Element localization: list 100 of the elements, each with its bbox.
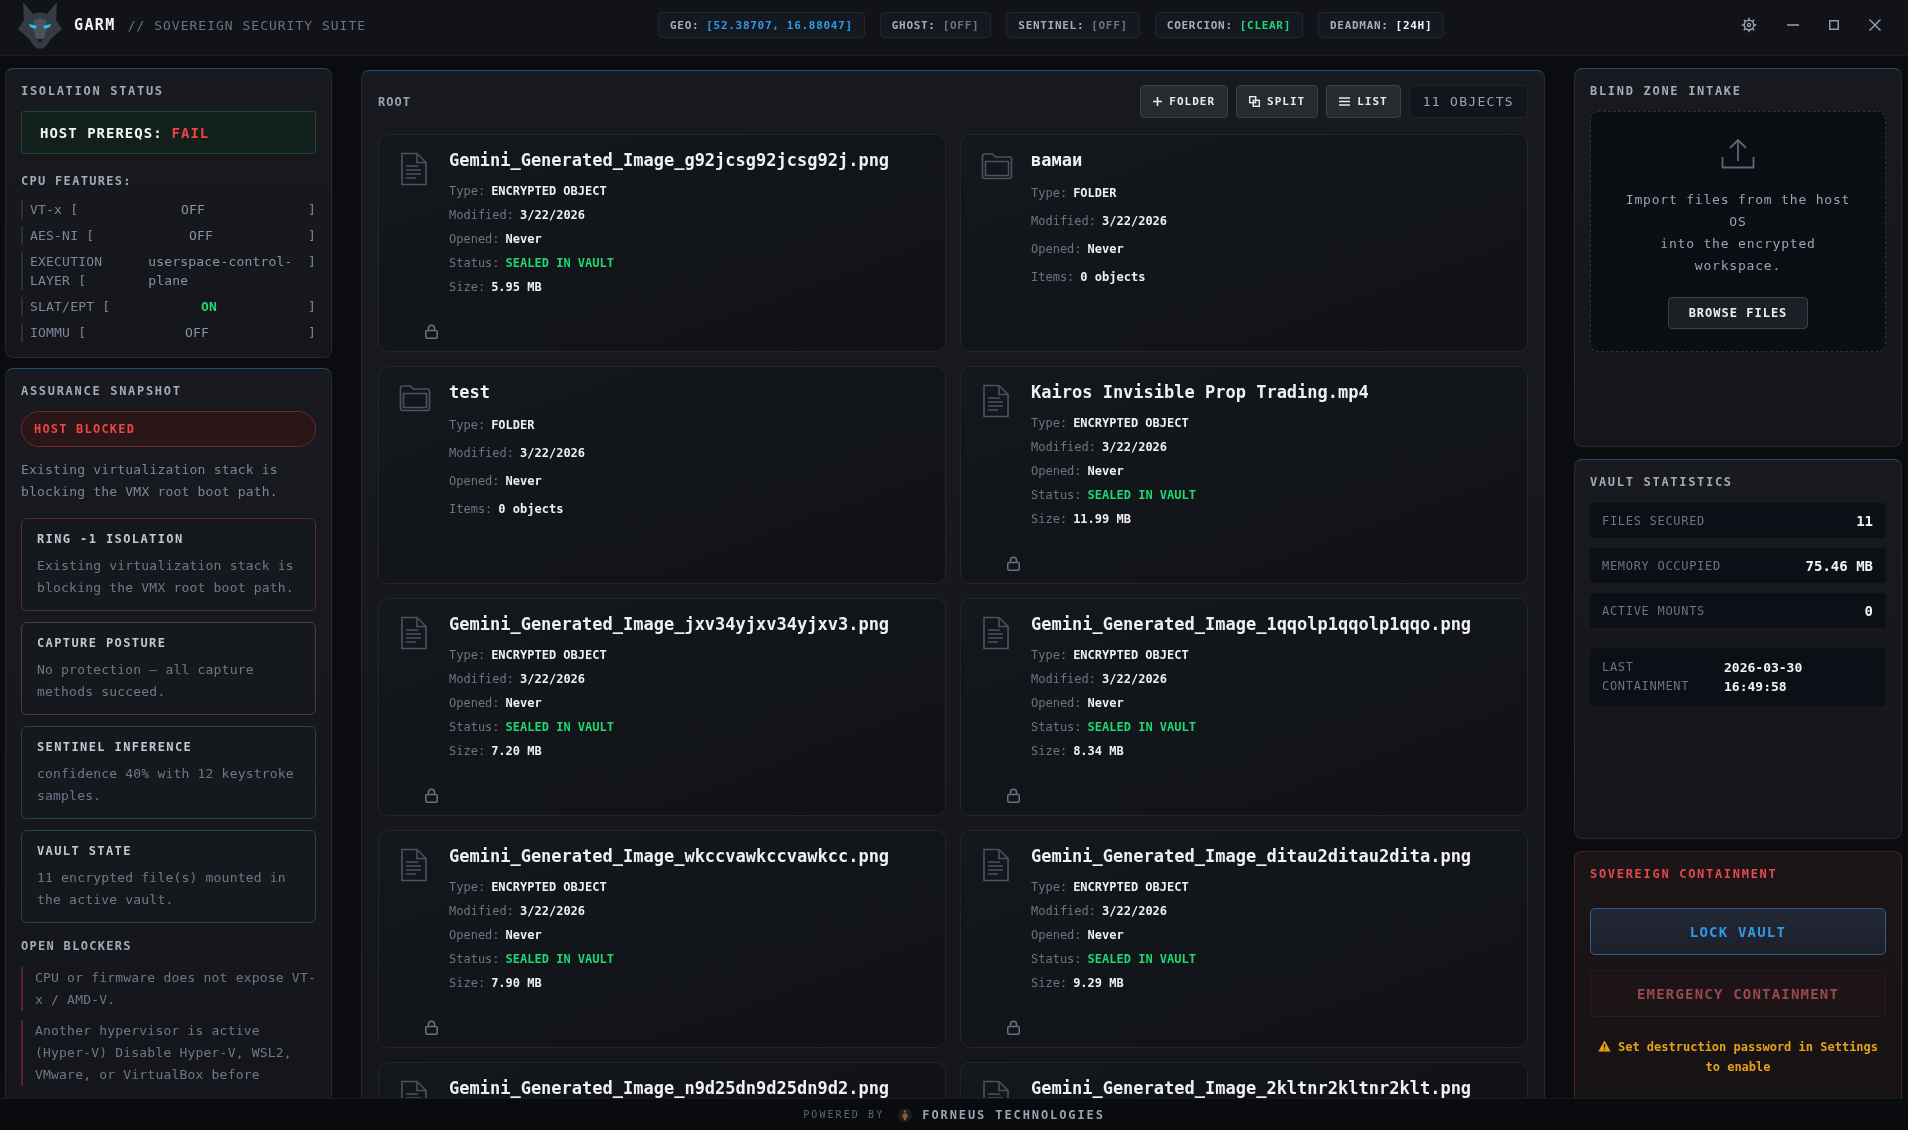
field-value: SEALED IN VAULT [1087,720,1196,734]
split-view-button[interactable]: SPLIT [1236,85,1319,118]
field-value: ENCRYPTED OBJECT [491,880,607,894]
field-label: Items: [1031,270,1075,284]
field-value: ENCRYPTED OBJECT [1073,648,1189,662]
chip-value: [CLEAR] [1239,18,1291,32]
new-folder-button[interactable]: FOLDER [1140,85,1229,118]
folder-card[interactable]: test Type: FOLDER Modified: 3/22/2026 Opened: Never Items: 0 objects [378,366,946,584]
field-label: Type: [1031,880,1068,894]
field-label: Modified: [449,672,515,686]
document-icon [399,848,429,882]
chip-label: DEADMAN: [1330,18,1389,32]
close-icon[interactable] [1869,19,1881,31]
settings-icon[interactable] [1741,17,1757,33]
chip-label: GEO: [670,18,700,32]
field-label: Opened: [1031,464,1082,478]
field-value: 11.99 MB [1073,512,1131,526]
field-label: Opened: [449,474,500,488]
document-icon [399,152,429,186]
field-value: SEALED IN VAULT [1087,952,1196,966]
file-card[interactable]: Gemini_Generated_Image_n9d25dn9d25dn9d2.png [378,1062,946,1098]
bracket-text: ] [307,298,316,316]
split-view-icon [1249,96,1261,107]
bracket-text: ] [307,227,316,245]
stat-value: 75.46 MB [1805,557,1873,574]
field-value: Never [505,232,542,246]
field-value: ENCRYPTED OBJECT [1073,416,1189,430]
file-name: test [449,381,491,403]
field-label: Modified: [1031,440,1097,454]
field-label: Type: [449,418,486,432]
field-label: Modified: [1031,904,1097,918]
file-name: Kairos Invisible Prop Trading.mp4 [1031,381,1370,403]
bracket-text: ] [307,324,316,342]
field-label: Items: [449,502,493,516]
list-view-button[interactable]: LIST [1326,85,1401,118]
field-label: Type: [449,648,486,662]
field-value: 0 objects [498,502,564,516]
file-card[interactable]: Gemini_Generated_Image_1qqolp1qqolp1qqo.png Type: ENCRYPTED OBJECT Modified: 3/22/2026 Opened: Never Status: SEALED IN VAULT Size: 8.34 MB [960,598,1528,816]
card-text: 11 encrypted file(s) mounted in the active vault. [37,869,287,909]
field-label: Opened: [1031,696,1082,710]
browse-files-button[interactable]: BROWSE FILES [1667,297,1809,329]
panel-title: ASSURANCE SNAPSHOT [21,383,183,399]
field-value: SEALED IN VAULT [1087,488,1196,502]
chip-label: COERCION: [1166,18,1233,32]
field-label: Opened: [449,232,500,246]
field-label: Size: [449,976,486,990]
folder-card[interactable]: вамаи Type: FOLDER Modified: 3/22/2026 Opened: Never Items: 0 objects [960,134,1528,352]
chip-value: [OFF] [942,18,980,32]
field-label: Size: [1031,512,1068,526]
stat-label: MEMORY OCCUPIED [1602,558,1721,573]
field-label: Status: [1031,488,1082,502]
file-card[interactable]: Gemini_Generated_Image_ditau2ditau2dita.png Type: ENCRYPTED OBJECT Modified: 3/22/2026 Opened: Never Status: SEALED IN VAULT Size: 9.29 MB [960,830,1528,1048]
file-card[interactable]: Kairos Invisible Prop Trading.mp4 Type: ENCRYPTED OBJECT Modified: 3/22/2026 Opened: Never Status: SEALED IN VAULT Size: 11.99 MB [960,366,1528,584]
stat-label: LAST CONTAINMENT [1602,659,1691,695]
field-label: Modified: [449,446,515,460]
field-value: FOLDER [491,418,535,432]
feature-label: EXECUTION LAYER [ [30,253,104,290]
document-icon [399,616,429,650]
field-value: Never [1087,696,1124,710]
field-value: Never [1087,928,1124,942]
stat-label: FILES SECURED [1602,513,1706,528]
lock-vault-button[interactable]: LOCK VAULT [1590,908,1886,955]
maximize-icon[interactable] [1829,20,1839,30]
bracket-text: ] [307,253,316,271]
feature-label: VT-x [ [30,201,79,219]
card-title: VAULT STATE [37,843,133,859]
panel-title: SOVEREIGN CONTAINMENT [1590,866,1779,882]
field-value: 8.34 MB [1073,744,1124,758]
field-value: 3/22/2026 [1102,904,1168,918]
file-card[interactable]: Gemini_Generated_Image_wkccvawkccvawkcc.png Type: ENCRYPTED OBJECT Modified: 3/22/2026 Opened: Never Status: SEALED IN VAULT Size: 7.90 MB [378,830,946,1048]
breadcrumb-path[interactable]: ROOT [378,94,411,109]
panel-title: BLIND ZONE INTAKE [1590,83,1743,99]
app-name: GARM [74,16,116,34]
drop-zone-text: Import files from the host OS into the encrypted workspace. [1624,191,1852,275]
file-card[interactable]: Gemini_Generated_Image_g92jcsg92jcsg92j.png Type: ENCRYPTED OBJECT Modified: 3/22/2026 Opened: Never Status: SEALED IN VAULT Size: 5.95 MB [378,134,946,352]
field-label: Type: [1031,648,1068,662]
file-card[interactable]: Gemini_Generated_Image_jxv34yjxv34yjxv3.png Type: ENCRYPTED OBJECT Modified: 3/22/2026 Opened: Never Status: SEALED IN VAULT Size: 7.20 MB [378,598,946,816]
field-value: SEALED IN VAULT [505,952,614,966]
folder-icon [981,152,1013,180]
file-card[interactable]: Gemini_Generated_Image_2kltnr2kltnr2klt.png [960,1062,1528,1098]
app-subtitle: // SOVEREIGN SECURITY SUITE [127,17,367,33]
file-name: Gemini_Generated_Image_2kltnr2kltnr2klt.png [1031,1077,1473,1098]
field-label: Modified: [1031,214,1097,228]
chip-label: GHOST: [891,18,936,32]
file-name: Gemini_Generated_Image_jxv34yjxv34yjxv3.png [449,613,891,635]
feature-value: ON [201,298,218,316]
field-label: Opened: [449,928,500,942]
emblem-icon [898,1107,913,1122]
field-value: 9.29 MB [1073,976,1124,990]
field-label: Opened: [1031,242,1082,256]
document-icon [981,848,1011,882]
field-value: 0 objects [1080,270,1146,284]
list-icon [1339,97,1351,106]
field-value: 3/22/2026 [1102,214,1168,228]
field-value: 3/22/2026 [520,208,586,222]
stat-value: 0 [1864,602,1873,619]
stat-value: 2026-03-30 16:49:58 [1724,659,1804,696]
file-drop-zone[interactable]: Import files from the host OS into the encrypted workspace. BROWSE FILES [1590,111,1886,352]
field-value: Never [1087,464,1124,478]
field-value: 3/22/2026 [1102,672,1168,686]
